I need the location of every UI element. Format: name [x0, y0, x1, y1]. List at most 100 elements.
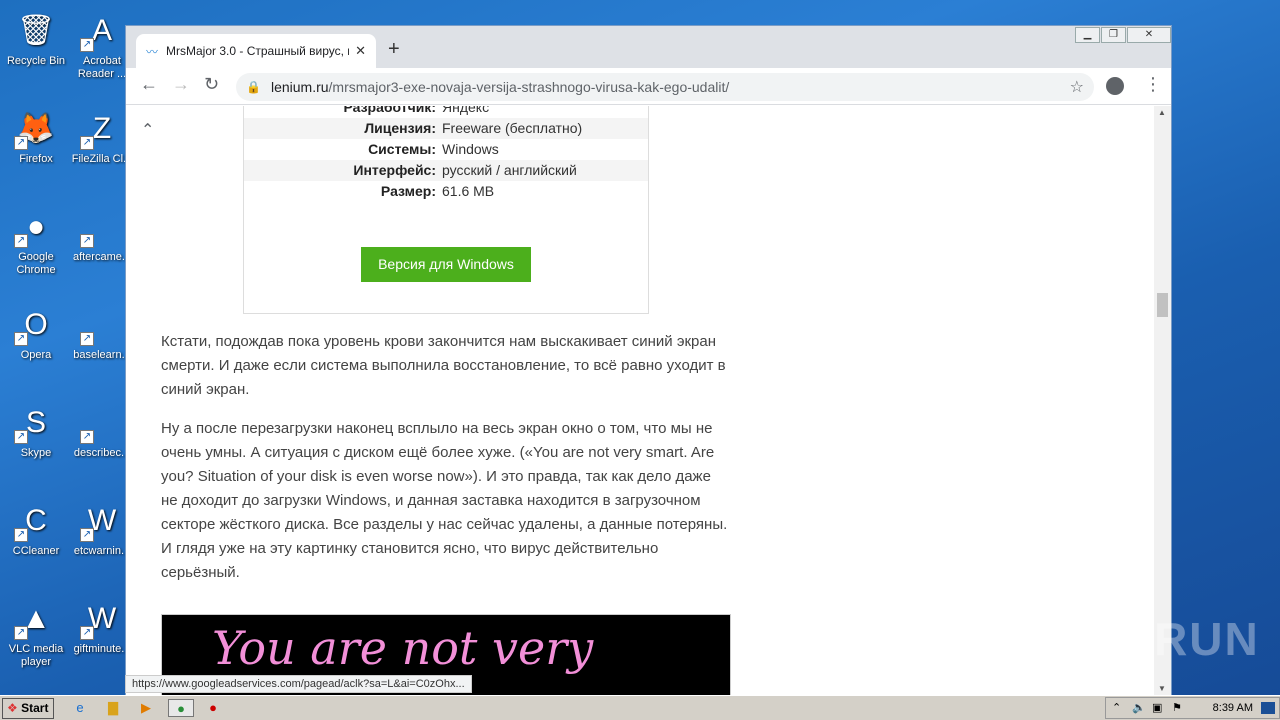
- app-info-box: Разработчик: Яндекс Лицензия: Freeware (бес…: [243, 106, 649, 314]
- desktop-icon[interactable]: 🗑 Recycle Bin: [1, 8, 71, 68]
- info-row: Размер: 61.6 MB: [244, 181, 648, 202]
- desktop-icon-label: Recycle Bin: [6, 55, 66, 67]
- menu-icon[interactable]: ⋮: [1144, 74, 1162, 95]
- shortcut-arrow-icon: ↗: [80, 528, 94, 542]
- info-key: Лицензия:: [364, 120, 436, 136]
- info-value: Windows: [442, 141, 499, 157]
- chevron-up-icon[interactable]: ⌃: [141, 120, 154, 140]
- bookmark-star-icon[interactable]: ☆: [1070, 77, 1084, 97]
- desktop-icon[interactable]: ● ↗ Google Chrome: [1, 204, 71, 277]
- watermark: ANY RUN: [1037, 613, 1260, 665]
- info-value: Freeware (бесплатно): [442, 120, 583, 136]
- media-player-icon[interactable]: ▶: [136, 699, 156, 717]
- link-status-bar: https://www.googleadservices.com/pagead/…: [125, 675, 472, 693]
- shortcut-arrow-icon: ↗: [80, 430, 94, 444]
- new-tab-button[interactable]: +: [388, 38, 400, 61]
- desktop-icon-label: CCleaner: [12, 545, 60, 557]
- reload-icon[interactable]: ↻: [204, 74, 219, 95]
- flag-icon[interactable]: ⚑: [1172, 701, 1182, 714]
- forward-icon[interactable]: →: [172, 74, 190, 95]
- opera-taskbar-icon[interactable]: ●: [203, 699, 223, 717]
- url-host: lenium.ru: [270, 79, 329, 95]
- desktop-icon[interactable]: S ↗ Skype: [1, 400, 71, 460]
- info-value: русский / английский: [442, 162, 577, 178]
- scroll-up-icon[interactable]: ▲: [1158, 108, 1166, 117]
- windows-logo-icon: ❖: [7, 701, 18, 715]
- desktop-icon-glyph: ↗: [80, 400, 124, 444]
- desktop-icon[interactable]: O ↗ Opera: [1, 302, 71, 362]
- download-button[interactable]: Версия для Windows: [361, 247, 531, 282]
- info-row: Разработчик: Яндекс: [244, 106, 648, 118]
- paragraph: Ну а после перезагрузки наконец всплыло …: [161, 420, 728, 581]
- desktop-icon-label: Firefox: [19, 153, 53, 165]
- shortcut-arrow-icon: ↗: [14, 528, 28, 542]
- desktop-icon-label: VLC media player: [8, 643, 64, 668]
- info-value: 61.6 MB: [442, 183, 495, 199]
- system-tray: ⌃ 🔈 ▣ ⚑ 8:39 AM: [1105, 697, 1280, 719]
- taskbar: ❖ Start e ▇ ▶ ● ● ⌃ 🔈 ▣ ⚑ 8:39 AM: [0, 695, 1280, 720]
- close-tab-icon[interactable]: ✕: [355, 43, 366, 59]
- close-window-button[interactable]: ✕: [1127, 27, 1171, 43]
- scrollbar[interactable]: ▲ ▼: [1154, 106, 1171, 695]
- desktop-icon-glyph: S ↗: [14, 400, 58, 444]
- shortcut-arrow-icon: ↗: [14, 626, 28, 640]
- maximize-button[interactable]: ❐: [1101, 27, 1126, 43]
- info-value: Яндекс: [442, 106, 490, 115]
- start-button[interactable]: ❖ Start: [2, 698, 54, 719]
- lock-icon: 🔒: [246, 80, 261, 94]
- network-icon[interactable]: ▣: [1152, 701, 1162, 714]
- tray-expand-icon[interactable]: ⌃: [1112, 701, 1121, 714]
- desktop-icon-label: Google Chrome: [16, 251, 56, 276]
- desktop-icon-glyph: O ↗: [14, 302, 58, 346]
- desktop-icon-glyph: ● ↗: [14, 204, 58, 248]
- desktop-icon-glyph: ▲ ↗: [14, 596, 58, 640]
- desktop-icon-glyph: A ↗: [80, 8, 124, 52]
- info-key: Разработчик:: [343, 106, 436, 115]
- tab-strip: 〰 MrsMajor 3.0 - Страшный вирус, н ✕ + ▁…: [126, 26, 1171, 68]
- url-path: /mrsmajor3-exe-novaja-versija-strashnogo…: [328, 79, 730, 95]
- desktop-icon-label: Opera: [20, 349, 52, 361]
- browser-window: 〰 MrsMajor 3.0 - Страшный вирус, н ✕ + ▁…: [125, 25, 1172, 695]
- desktop-icon-glyph: 🗑: [16, 13, 56, 47]
- info-key: Интерфейс:: [353, 162, 436, 178]
- shortcut-arrow-icon: ↗: [14, 234, 28, 248]
- info-key: Системы:: [368, 141, 436, 157]
- paragraph: Кстати, подождав пока уровень крови зако…: [161, 333, 726, 398]
- show-desktop-icon[interactable]: [1261, 702, 1275, 714]
- desktop-icon[interactable]: 🦊 ↗ Firefox: [1, 106, 71, 166]
- desktop-icon-glyph: W ↗: [80, 498, 124, 542]
- shortcut-arrow-icon: ↗: [14, 430, 28, 444]
- start-label: Start: [21, 701, 49, 715]
- scroll-down-icon[interactable]: ▼: [1158, 684, 1166, 693]
- info-table: Разработчик: Яндекс Лицензия: Freeware (бес…: [244, 106, 648, 202]
- scrollbar-thumb[interactable]: [1157, 293, 1168, 317]
- back-icon[interactable]: ←: [140, 74, 158, 95]
- desktop-icon[interactable]: ▲ ↗ VLC media player: [1, 596, 71, 669]
- address-bar[interactable]: 🔒 lenium.ru /mrsmajor3-exe-novaja-versij…: [236, 73, 1094, 101]
- shortcut-arrow-icon: ↗: [80, 38, 94, 52]
- volume-icon[interactable]: 🔈: [1132, 701, 1146, 714]
- shortcut-arrow-icon: ↗: [80, 332, 94, 346]
- desktop-icon-glyph: W ↗: [80, 596, 124, 640]
- tab-title: MrsMajor 3.0 - Страшный вирус, н: [166, 44, 350, 58]
- desktop-icon[interactable]: C ↗ CCleaner: [1, 498, 71, 558]
- desktop-icon-glyph: 🦊 ↗: [14, 106, 58, 150]
- shortcut-arrow-icon: ↗: [80, 626, 94, 640]
- info-row: Системы: Windows: [244, 139, 648, 160]
- minimize-button[interactable]: ▁: [1075, 27, 1100, 43]
- desktop-icon-glyph: ↗: [80, 204, 124, 248]
- folder-icon[interactable]: ▇: [103, 699, 123, 717]
- internet-explorer-icon[interactable]: e: [70, 699, 90, 717]
- browser-toolbar: ← → ↻ 🔒 lenium.ru /mrsmajor3-exe-novaja-…: [126, 68, 1171, 105]
- desktop-icon-glyph: Z ↗: [80, 106, 124, 150]
- info-row: Интерфейс: русский / английский: [244, 160, 648, 181]
- info-key: Размер:: [380, 183, 436, 199]
- shortcut-arrow-icon: ↗: [80, 136, 94, 150]
- info-row: Лицензия: Freeware (бесплатно): [244, 118, 648, 139]
- browser-tab[interactable]: 〰 MrsMajor 3.0 - Страшный вирус, н ✕: [136, 34, 376, 68]
- chrome-taskbar-icon[interactable]: ●: [168, 699, 194, 717]
- shortcut-arrow-icon: ↗: [14, 136, 28, 150]
- chart-icon: 〰: [146, 44, 159, 59]
- shortcut-arrow-icon: ↗: [80, 234, 94, 248]
- account-icon[interactable]: [1106, 77, 1124, 95]
